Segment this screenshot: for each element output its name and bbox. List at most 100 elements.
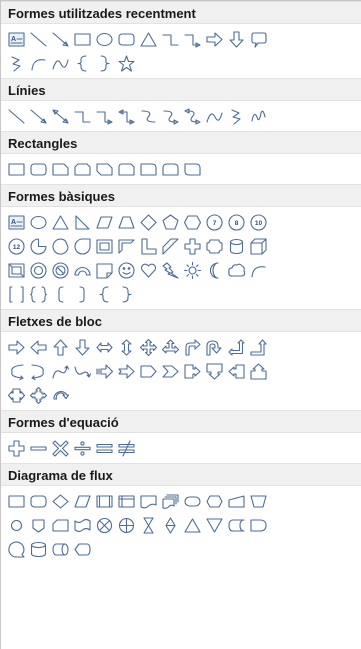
rectangle-icon[interactable] bbox=[5, 158, 27, 180]
snip-single-corner-icon[interactable] bbox=[49, 158, 71, 180]
striped-right-arrow-icon[interactable] bbox=[93, 360, 115, 382]
elbow-connector-icon[interactable] bbox=[159, 28, 181, 50]
bent-up-arrow-icon[interactable] bbox=[247, 336, 269, 358]
chevron-icon[interactable] bbox=[159, 360, 181, 382]
snip-round-icon[interactable] bbox=[115, 158, 137, 180]
left-brace-icon[interactable] bbox=[93, 283, 115, 305]
moon-icon[interactable] bbox=[203, 259, 225, 281]
down-arrow-icon[interactable] bbox=[71, 336, 93, 358]
flowchart-multidocument-icon[interactable] bbox=[159, 490, 181, 512]
curved-down-arrow-icon[interactable] bbox=[71, 360, 93, 382]
flowchart-document-icon[interactable] bbox=[137, 490, 159, 512]
curve-icon[interactable] bbox=[203, 105, 225, 127]
left-bracket-icon[interactable] bbox=[49, 283, 71, 305]
flowchart-terminator-icon[interactable] bbox=[181, 490, 203, 512]
frame-icon[interactable] bbox=[93, 235, 115, 257]
down-arrow-icon[interactable] bbox=[225, 28, 247, 50]
flowchart-process-icon[interactable] bbox=[5, 490, 27, 512]
line-arrow-icon[interactable] bbox=[49, 28, 71, 50]
line-icon[interactable] bbox=[27, 28, 49, 50]
flowchart-or-icon[interactable] bbox=[115, 514, 137, 536]
text-box-icon[interactable]: A bbox=[5, 28, 27, 50]
right-arrow-icon[interactable] bbox=[5, 336, 27, 358]
right-triangle-icon[interactable] bbox=[71, 211, 93, 233]
up-arrow-icon[interactable] bbox=[49, 336, 71, 358]
equal-icon[interactable] bbox=[93, 437, 115, 459]
line-arrow-icon[interactable] bbox=[27, 105, 49, 127]
flowchart-sort-icon[interactable] bbox=[159, 514, 181, 536]
flowchart-display-icon[interactable] bbox=[71, 538, 93, 560]
flowchart-punched-tape-icon[interactable] bbox=[71, 514, 93, 536]
freeform-icon[interactable] bbox=[5, 52, 27, 74]
right-arrow-icon[interactable] bbox=[203, 28, 225, 50]
trapezoid-icon[interactable] bbox=[115, 211, 137, 233]
teardrop-icon[interactable] bbox=[71, 235, 93, 257]
rounded-rectangle-icon[interactable] bbox=[115, 28, 137, 50]
left-brace-icon[interactable] bbox=[71, 52, 93, 74]
plaque-icon[interactable] bbox=[203, 235, 225, 257]
minus-icon[interactable] bbox=[27, 437, 49, 459]
left-right-arrow-callout-icon[interactable] bbox=[5, 384, 27, 406]
right-brace-icon[interactable] bbox=[115, 283, 137, 305]
half-frame-icon[interactable] bbox=[115, 235, 137, 257]
chord-icon[interactable] bbox=[49, 235, 71, 257]
up-down-arrow-icon[interactable] bbox=[115, 336, 137, 358]
curved-connector-icon[interactable] bbox=[137, 105, 159, 127]
flowchart-alternate-process-icon[interactable] bbox=[27, 490, 49, 512]
divide-icon[interactable] bbox=[71, 437, 93, 459]
snip-same-side-icon[interactable] bbox=[71, 158, 93, 180]
multiply-icon[interactable] bbox=[49, 437, 71, 459]
freeform-icon[interactable] bbox=[225, 105, 247, 127]
scribble-icon[interactable] bbox=[247, 105, 269, 127]
double-bracket-icon[interactable] bbox=[5, 283, 27, 305]
flowchart-predefined-process-icon[interactable] bbox=[93, 490, 115, 512]
pentagon-arrow-icon[interactable] bbox=[137, 360, 159, 382]
flowchart-manual-input-icon[interactable] bbox=[225, 490, 247, 512]
rounded-rectangle-callout-icon[interactable] bbox=[247, 28, 269, 50]
triangle-icon[interactable] bbox=[137, 28, 159, 50]
arc-icon[interactable] bbox=[27, 52, 49, 74]
flowchart-direct-access-storage-icon[interactable] bbox=[49, 538, 71, 560]
not-equal-icon[interactable] bbox=[115, 437, 137, 459]
text-box-icon[interactable]: A bbox=[5, 211, 27, 233]
flowchart-connector-icon[interactable] bbox=[5, 514, 27, 536]
heart-icon[interactable] bbox=[137, 259, 159, 281]
triangle-icon[interactable] bbox=[49, 211, 71, 233]
quad-arrow-icon[interactable] bbox=[137, 336, 159, 358]
quad-arrow-callout-icon[interactable] bbox=[27, 384, 49, 406]
elbow-double-arrow-connector-icon[interactable] bbox=[115, 105, 137, 127]
rectangle-icon[interactable] bbox=[71, 28, 93, 50]
flowchart-data-icon[interactable] bbox=[71, 490, 93, 512]
flowchart-merge-icon[interactable] bbox=[203, 514, 225, 536]
round-single-corner-icon[interactable] bbox=[137, 158, 159, 180]
curved-left-arrow-icon[interactable] bbox=[27, 360, 49, 382]
star-5-point-icon[interactable] bbox=[115, 52, 137, 74]
sun-icon[interactable] bbox=[181, 259, 203, 281]
line-icon[interactable] bbox=[5, 105, 27, 127]
elbow-connector-icon[interactable] bbox=[71, 105, 93, 127]
flowchart-internal-storage-icon[interactable] bbox=[115, 490, 137, 512]
pie-icon[interactable] bbox=[27, 235, 49, 257]
flowchart-extract-icon[interactable] bbox=[181, 514, 203, 536]
plus-icon[interactable] bbox=[5, 437, 27, 459]
flowchart-summing-junction-icon[interactable] bbox=[93, 514, 115, 536]
circular-arrow-icon[interactable] bbox=[49, 384, 71, 406]
arc-icon[interactable] bbox=[247, 259, 269, 281]
block-arc-icon[interactable] bbox=[71, 259, 93, 281]
curved-double-arrow-connector-icon[interactable] bbox=[181, 105, 203, 127]
curved-up-arrow-icon[interactable] bbox=[49, 360, 71, 382]
right-bracket-icon[interactable] bbox=[71, 283, 93, 305]
octagon-icon[interactable]: 8 bbox=[225, 211, 247, 233]
pentagon-icon[interactable] bbox=[159, 211, 181, 233]
flowchart-delay-icon[interactable] bbox=[247, 514, 269, 536]
bent-arrow-icon[interactable] bbox=[181, 336, 203, 358]
left-right-up-arrow-icon[interactable] bbox=[159, 336, 181, 358]
snip-diagonal-icon[interactable] bbox=[93, 158, 115, 180]
parallelogram-icon[interactable] bbox=[93, 211, 115, 233]
left-arrow-callout-icon[interactable] bbox=[225, 360, 247, 382]
flowchart-sequential-access-storage-icon[interactable] bbox=[5, 538, 27, 560]
flowchart-card-icon[interactable] bbox=[49, 514, 71, 536]
flowchart-manual-operation-icon[interactable] bbox=[247, 490, 269, 512]
rounded-rectangle-icon[interactable] bbox=[27, 158, 49, 180]
right-arrow-callout-icon[interactable] bbox=[181, 360, 203, 382]
